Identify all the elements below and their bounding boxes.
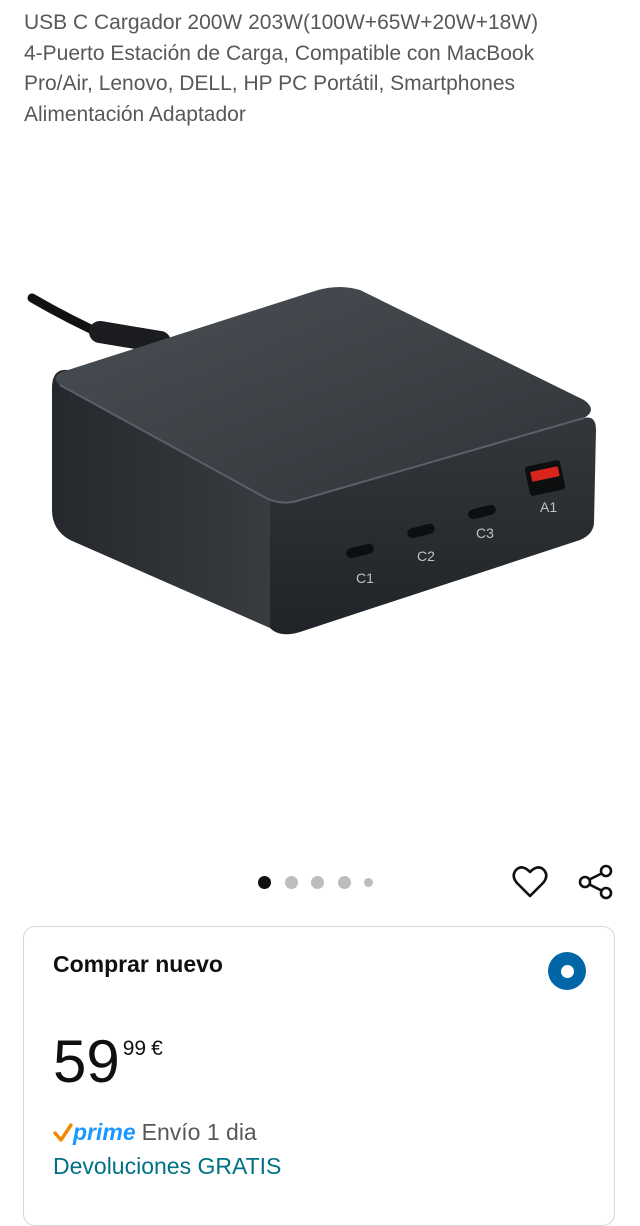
- product-title-line: 4-Puerto Estación de Carga, Compatible c…: [24, 41, 535, 65]
- product-title-line: Pro/Air, Lenovo, DELL, HP PC Portátil, S…: [24, 72, 516, 95]
- carousel-dot[interactable]: [258, 875, 271, 889]
- buy-option-heading: Comprar nuevo: [53, 951, 223, 977]
- product-image[interactable]: C1 C2 C3 A1: [0, 250, 640, 700]
- share-button[interactable]: [576, 862, 616, 902]
- port-label-c2: C2: [417, 548, 435, 564]
- port-label-c1: C1: [356, 570, 374, 586]
- carousel-dot[interactable]: [311, 875, 324, 889]
- price: 59 99 €: [53, 1027, 163, 1097]
- product-title: USB C Cargador 200W 203W(100W+65W+20W+18…: [24, 8, 620, 130]
- image-carousel-indicator[interactable]: [258, 874, 373, 890]
- charger-illustration: C1 C2 C3 A1: [27, 287, 596, 635]
- prime-check-icon: [53, 1122, 73, 1142]
- prime-delivery-info: prime Envío 1 dia: [53, 1119, 257, 1146]
- carousel-dot[interactable]: [284, 875, 298, 889]
- port-label-a1: A1: [540, 499, 557, 515]
- add-to-list-button[interactable]: [510, 862, 550, 902]
- prime-logo: prime: [73, 1119, 136, 1145]
- port-label-c3: C3: [476, 525, 494, 541]
- buy-option-radio[interactable]: [548, 952, 586, 990]
- radio-selected-indicator: [560, 964, 574, 978]
- product-title-line: USB C Cargador 200W 203W(100W+65W+20W+18…: [24, 11, 539, 34]
- price-whole: 59: [53, 1028, 120, 1095]
- price-fraction: 99: [122, 1037, 147, 1060]
- carousel-dot[interactable]: [364, 877, 373, 887]
- buy-new-option-card[interactable]: Comprar nuevo 59 99 € prime Envío 1 dia …: [23, 926, 615, 1226]
- heart-icon: [512, 866, 548, 898]
- share-icon: [578, 864, 613, 900]
- price-currency: €: [151, 1037, 163, 1060]
- product-title-line: Alimentación Adaptador: [24, 102, 246, 126]
- shipping-time: Envío 1 dia: [141, 1119, 257, 1145]
- carousel-dot[interactable]: [337, 875, 351, 889]
- free-returns-link[interactable]: Devoluciones GRATIS: [53, 1153, 281, 1180]
